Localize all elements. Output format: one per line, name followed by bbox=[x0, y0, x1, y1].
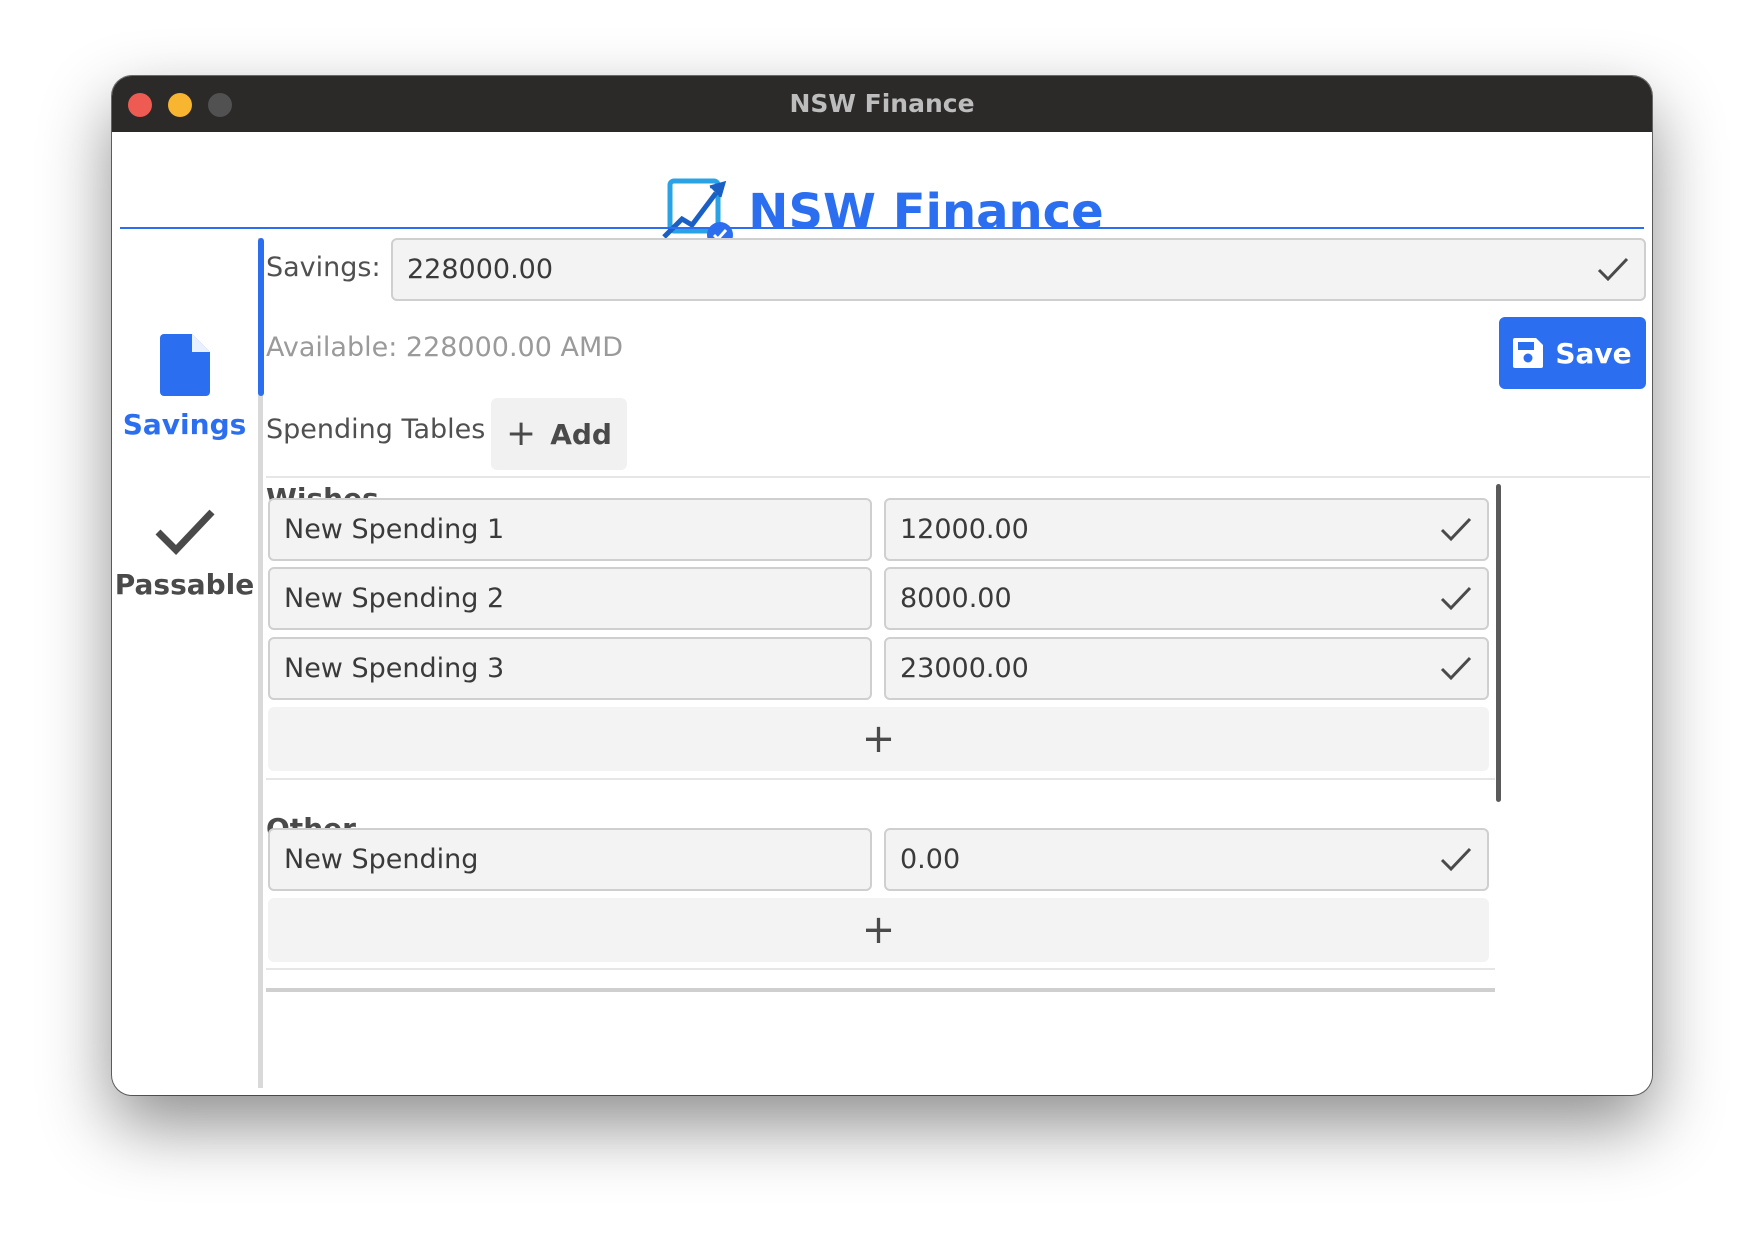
confirm-check-icon[interactable] bbox=[1439, 843, 1473, 875]
spending-amount-value: 23000.00 bbox=[900, 653, 1029, 684]
spending-name-field[interactable]: New Spending 2 bbox=[268, 567, 872, 630]
plus-icon: + bbox=[861, 716, 896, 762]
spending-name-value: New Spending bbox=[284, 844, 479, 875]
savings-value: 228000.00 bbox=[407, 254, 554, 285]
confirm-check-icon[interactable] bbox=[1439, 513, 1473, 545]
plus-icon: + bbox=[861, 907, 896, 953]
title-bar: NSW Finance bbox=[112, 76, 1652, 132]
confirm-check-icon[interactable] bbox=[1596, 253, 1630, 285]
confirm-check-icon[interactable] bbox=[1439, 652, 1473, 684]
add-table-button[interactable]: + Add bbox=[491, 398, 627, 470]
header-divider bbox=[120, 227, 1644, 229]
add-spending-row-button[interactable]: + bbox=[268, 707, 1489, 771]
spending-name-field[interactable]: New Spending 3 bbox=[268, 637, 872, 700]
available-text: Available: 228000.00 AMD bbox=[266, 332, 624, 363]
spending-tables-label: Spending Tables bbox=[266, 414, 486, 445]
spending-name-field[interactable]: New Spending 1 bbox=[268, 498, 872, 561]
add-spending-row-button[interactable]: + bbox=[268, 898, 1489, 962]
spending-amount-field[interactable]: 23000.00 bbox=[884, 637, 1489, 700]
spending-name-field[interactable]: New Spending bbox=[268, 828, 872, 891]
spending-name-value: New Spending 3 bbox=[284, 653, 505, 684]
sidebar-item-passable[interactable]: Passable bbox=[112, 506, 257, 601]
checkmark-icon bbox=[155, 509, 215, 556]
spending-name-value: New Spending 2 bbox=[284, 583, 505, 614]
section-divider bbox=[266, 476, 1650, 478]
scrollbar-thumb[interactable] bbox=[1496, 484, 1501, 802]
sidebar-item-label: Savings bbox=[122, 408, 247, 441]
spending-amount-field[interactable]: 8000.00 bbox=[884, 567, 1489, 630]
brand-name: NSW Finance bbox=[748, 184, 1104, 240]
sidebar-active-indicator bbox=[258, 238, 264, 396]
savings-input[interactable]: 228000.00 bbox=[391, 238, 1646, 301]
window-title: NSW Finance bbox=[789, 89, 975, 118]
save-button[interactable]: Save bbox=[1499, 317, 1646, 389]
spending-name-value: New Spending 1 bbox=[284, 514, 505, 545]
section-divider bbox=[266, 778, 1495, 780]
section-divider bbox=[266, 968, 1495, 970]
sidebar: Savings Passable bbox=[112, 238, 257, 1095]
save-button-label: Save bbox=[1555, 336, 1632, 370]
document-icon bbox=[159, 334, 210, 396]
scroll-edge bbox=[266, 988, 1495, 992]
sidebar-item-savings[interactable]: Savings bbox=[112, 334, 257, 441]
spending-amount-field[interactable]: 0.00 bbox=[884, 828, 1489, 891]
plus-icon: + bbox=[506, 413, 537, 454]
app-window: NSW Finance NSW Finance Savings Passable bbox=[112, 76, 1652, 1095]
spending-amount-field[interactable]: 12000.00 bbox=[884, 498, 1489, 561]
savings-label: Savings: bbox=[266, 252, 381, 283]
spending-amount-value: 0.00 bbox=[900, 844, 961, 875]
spending-amount-value: 8000.00 bbox=[900, 583, 1012, 614]
sidebar-item-label: Passable bbox=[114, 568, 255, 601]
spending-amount-value: 12000.00 bbox=[900, 514, 1029, 545]
add-button-label: Add bbox=[550, 417, 612, 451]
confirm-check-icon[interactable] bbox=[1439, 582, 1473, 614]
floppy-disk-icon bbox=[1513, 338, 1544, 368]
